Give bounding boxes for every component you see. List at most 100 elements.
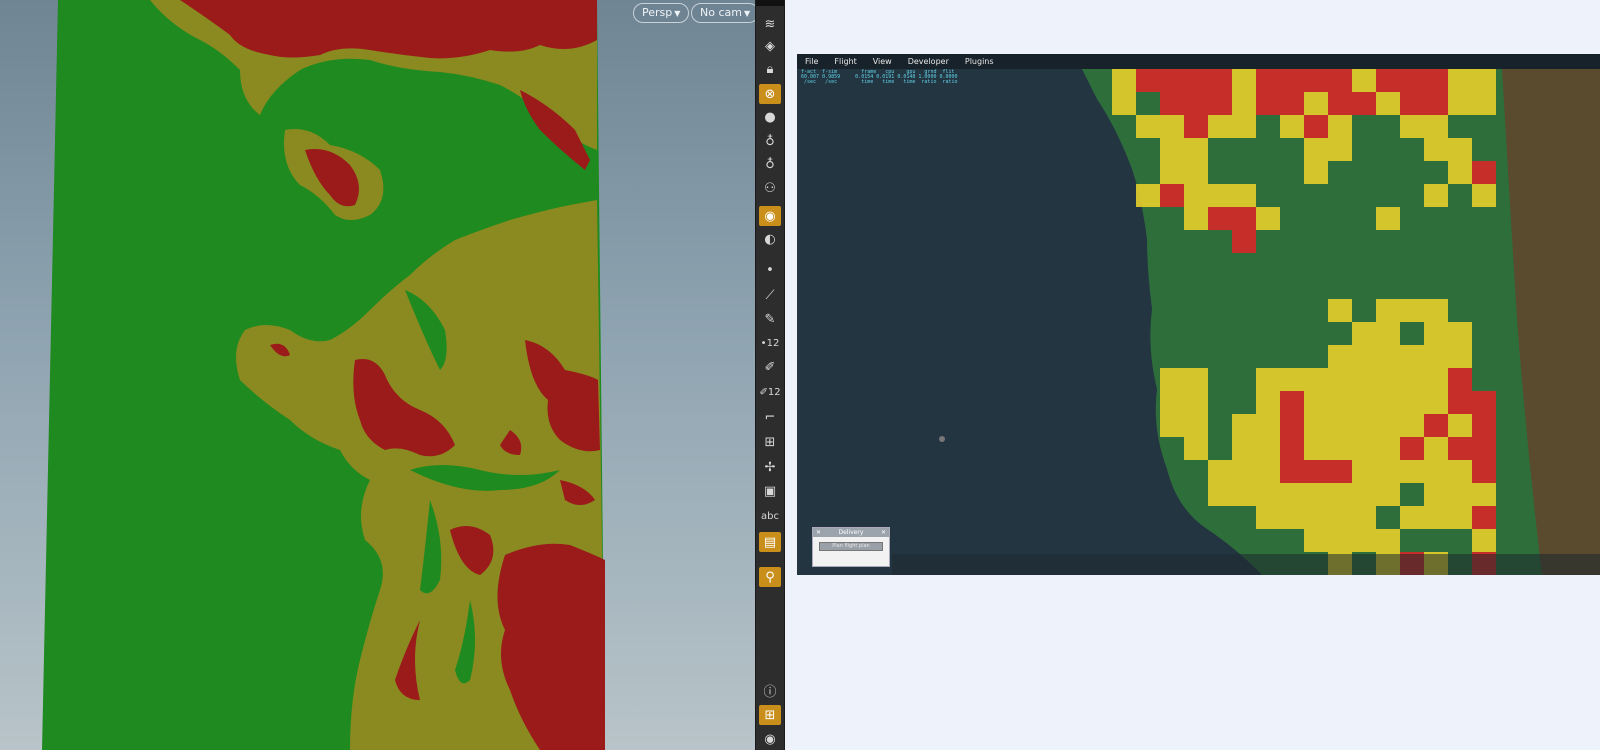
grid-cell (1424, 138, 1448, 161)
display-options-icon[interactable]: ⊗ (759, 84, 781, 104)
grid-cell (1232, 207, 1256, 230)
grid-cell (1256, 506, 1280, 529)
grid-cell (1112, 92, 1136, 115)
grid-cell (1400, 414, 1424, 437)
flight-sim-window[interactable]: File Flight View Developer Plugins f-act… (797, 54, 1600, 575)
grid-cell (1184, 138, 1208, 161)
camera-menu[interactable]: No cam ▼ (691, 3, 755, 23)
grid-cell (1160, 368, 1184, 391)
plan-flight-plan-button[interactable]: Plan flight plan (819, 542, 883, 551)
grid-cell (1184, 414, 1208, 437)
camera-light-icon[interactable]: ⚇ (759, 178, 781, 198)
grid-cell (1328, 69, 1352, 92)
grid-cell (1328, 391, 1352, 414)
3d-viewport[interactable]: Persp ▼ No cam ▼ (0, 0, 755, 750)
menu-flight[interactable]: Flight (826, 57, 864, 66)
delivery-window[interactable]: ✕ Delivery ✕ Plan flight plan (812, 527, 890, 567)
grid-cell (1184, 391, 1208, 414)
grid-cell (1304, 483, 1328, 506)
edge-tool-icon[interactable]: ⟋ (759, 285, 781, 305)
menu-file[interactable]: File (797, 57, 826, 66)
numbered-brush-icon[interactable]: ✐ 12 (759, 382, 781, 402)
terrain-heightmap (42, 0, 605, 750)
grid-cell (1376, 414, 1400, 437)
grid-cell (1184, 437, 1208, 460)
grid-cell (1448, 506, 1472, 529)
grid-cell (1424, 92, 1448, 115)
paint-brush-icon[interactable]: ✐ (759, 357, 781, 377)
grid-cell (1376, 391, 1400, 414)
grid-cell (1184, 69, 1208, 92)
grid-cell (1376, 299, 1400, 322)
view-visibility-icon[interactable]: ≋ (759, 14, 781, 34)
grid-cell (1424, 322, 1448, 345)
lock-icon[interactable]: 🔒︎ (759, 59, 781, 79)
grid-cell (1472, 483, 1496, 506)
text-icon[interactable]: abc (759, 506, 781, 526)
spot-light-icon[interactable]: ♁ (759, 154, 781, 174)
grid-cell (1424, 345, 1448, 368)
pen-tool-icon[interactable]: ✎ (759, 309, 781, 329)
grid-cell (1328, 483, 1352, 506)
layout-grid-icon[interactable]: ⊞ (759, 705, 781, 725)
grid-cell (1328, 506, 1352, 529)
grid-cell (1328, 368, 1352, 391)
grid-cell (1184, 207, 1208, 230)
numbered-points-icon[interactable]: • 12 (759, 333, 781, 353)
background-icon[interactable]: ◉ (759, 206, 781, 226)
grid-cell (1232, 414, 1256, 437)
grid-cell (1280, 483, 1304, 506)
grid-cell (1160, 161, 1184, 184)
sim-stats-readout: f-act f-sim frame cpu gpu grnd flit 60.0… (801, 69, 958, 85)
grid-cell (1232, 230, 1256, 253)
grid-cell (1256, 69, 1280, 92)
grid-cell (1232, 92, 1256, 115)
info-icon[interactable]: ⓘ (759, 680, 781, 700)
grid-cell (1328, 299, 1352, 322)
geometry-select-icon[interactable]: ◈ (759, 36, 781, 56)
point-icon[interactable]: • (759, 260, 781, 280)
grid-cell (1328, 460, 1352, 483)
snap-grid-icon[interactable]: ⊞ (759, 432, 781, 452)
eye-toggle-icon[interactable]: ◐ (759, 229, 781, 249)
pin-icon[interactable]: ⚲ (759, 567, 781, 587)
grid-cell (1280, 437, 1304, 460)
grid-cell (1184, 115, 1208, 138)
grid-cell (1448, 138, 1472, 161)
sim-menubar: File Flight View Developer Plugins (797, 54, 1600, 69)
menu-developer[interactable]: Developer (900, 57, 957, 66)
menu-view[interactable]: View (865, 57, 900, 66)
grid-cell (1400, 115, 1424, 138)
light-icon[interactable]: ♁ (759, 131, 781, 151)
grid-cell (1184, 161, 1208, 184)
grid-cell (1256, 437, 1280, 460)
grid-cell (1400, 92, 1424, 115)
aircraft-marker (939, 436, 945, 442)
close-icon[interactable]: ✕ (881, 528, 886, 537)
shading-sphere-icon[interactable]: ● (759, 107, 781, 127)
grid-cell (1280, 69, 1304, 92)
transform-handles-icon[interactable]: ✢ (759, 457, 781, 477)
close-icon[interactable]: ✕ (816, 528, 821, 537)
visibility-eye-icon[interactable]: ◉ (759, 729, 781, 749)
grid-cell (1400, 460, 1424, 483)
grid-cell (1160, 69, 1184, 92)
grid-cell (1304, 414, 1328, 437)
grid-cell (1352, 92, 1376, 115)
corner-tool-icon[interactable]: ⌐ (759, 407, 781, 427)
image-display-icon[interactable]: ▤ (759, 532, 781, 552)
grid-cell (1424, 483, 1448, 506)
view-mode-menu[interactable]: Persp ▼ (633, 3, 690, 23)
grid-cell (1280, 368, 1304, 391)
square-display-icon[interactable]: ▣ (759, 481, 781, 501)
grid-cell (1472, 506, 1496, 529)
menu-plugins[interactable]: Plugins (957, 57, 1002, 66)
grid-cell (1376, 460, 1400, 483)
grid-cell (1328, 92, 1352, 115)
grid-cell (1256, 391, 1280, 414)
grid-cell (1280, 506, 1304, 529)
grid-cell (1400, 437, 1424, 460)
grid-cell (1112, 69, 1136, 92)
toolbar-header (756, 0, 784, 6)
grid-cell (1424, 437, 1448, 460)
